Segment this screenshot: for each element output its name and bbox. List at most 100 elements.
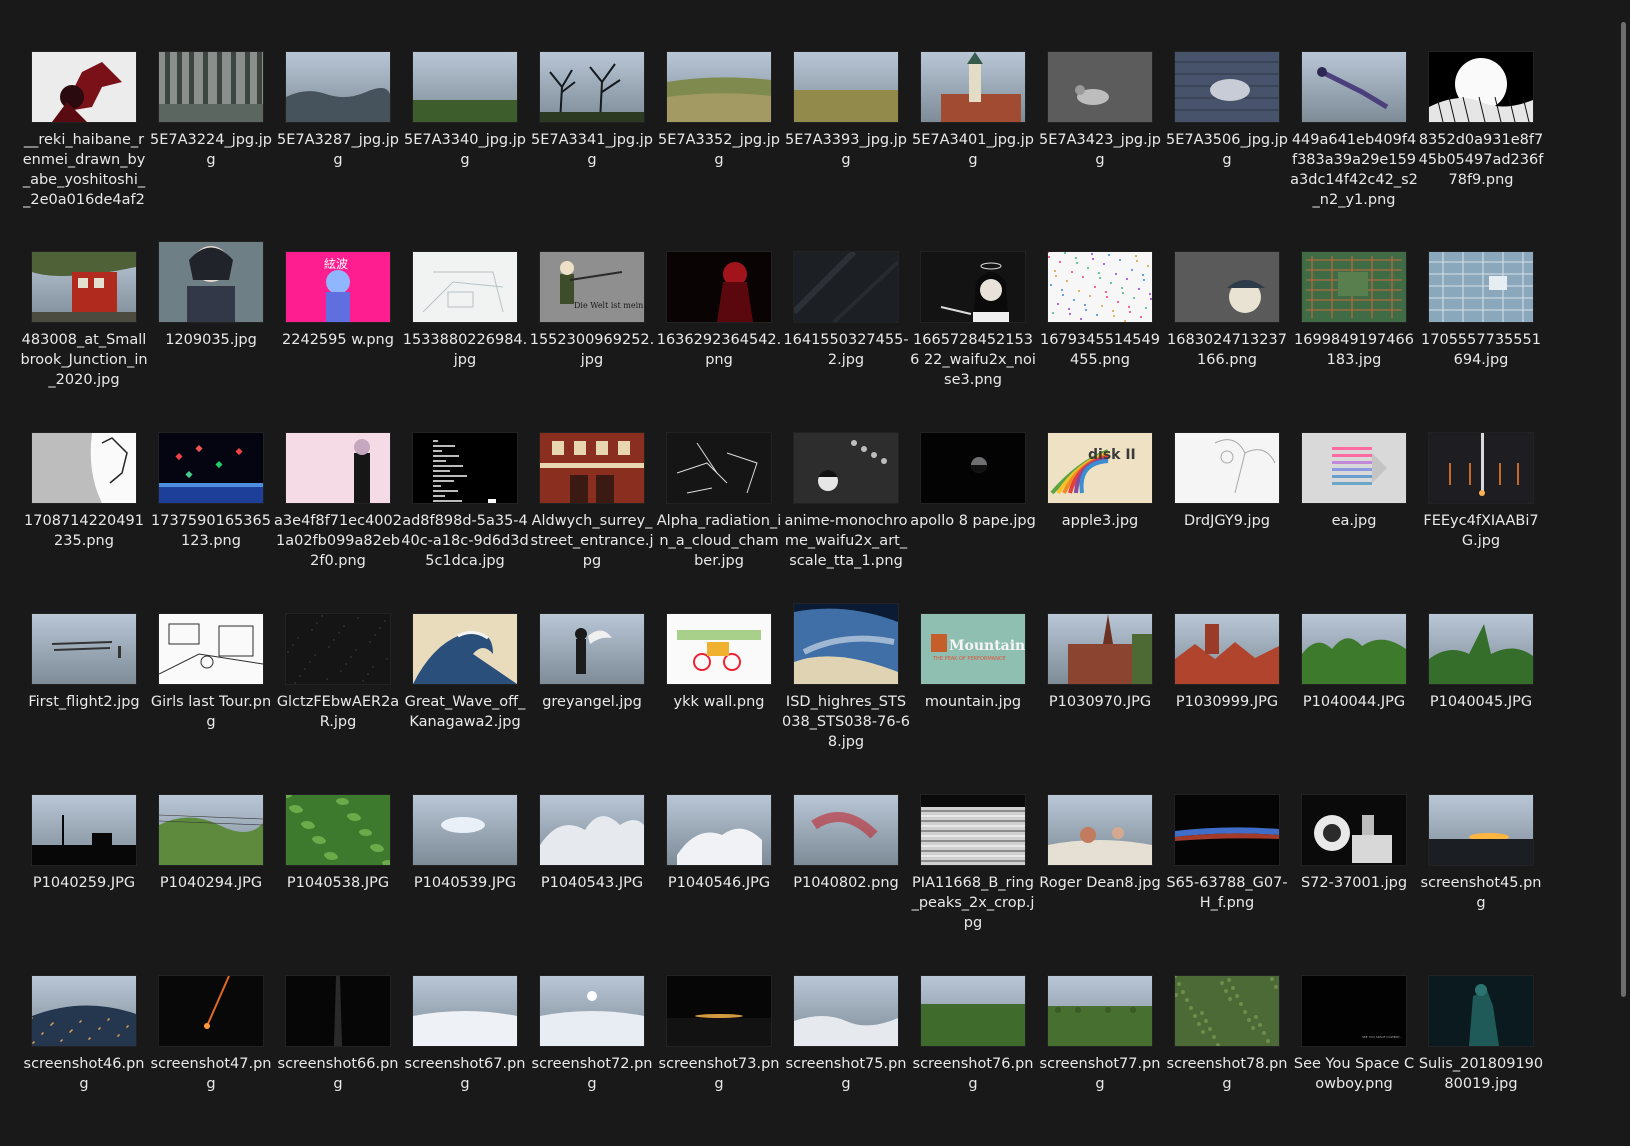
file-item[interactable]: 1679345514549455.png <box>1036 230 1164 418</box>
file-item[interactable]: screenshot75.png <box>782 954 910 1142</box>
file-item[interactable]: S65-63788_G07-H_f.png <box>1163 773 1291 961</box>
file-item[interactable]: First_flight2.jpg <box>20 592 148 780</box>
file-item[interactable]: P1040543.JPG <box>528 773 656 961</box>
file-item[interactable]: P1040045.JPG <box>1417 592 1545 780</box>
file-item[interactable]: SEE YOU SPACE COWBOY... See You Space Cow… <box>1290 954 1418 1142</box>
file-item[interactable]: Die Welt ist mein Wille 1552300969252.jpg <box>528 230 656 418</box>
file-item[interactable]: screenshot76.png <box>909 954 1037 1142</box>
file-item[interactable]: a3e4f8f71ec40021a02fb099a82eb2f0.png <box>274 411 402 599</box>
file-item[interactable]: apollo 8 pape.jpg <box>909 411 1037 599</box>
file-item[interactable]: Great_Wave_off_Kanagawa2.jpg <box>401 592 529 780</box>
file-item[interactable]: DrdJGY9.jpg <box>1163 411 1291 599</box>
file-item[interactable]: 1641550327455-2.jpg <box>782 230 910 418</box>
file-item[interactable]: ISD_highres_STS038_STS038-76-68.jpg <box>782 592 910 780</box>
file-item[interactable]: 絃波 2242595 w.png <box>274 230 402 418</box>
file-thumbnail <box>286 976 390 1046</box>
file-item[interactable]: Aldwych_surrey_street_entrance.jpg <box>528 411 656 599</box>
file-item[interactable]: 1533880226984.jpg <box>401 230 529 418</box>
file-item[interactable]: 5E7A3401_jpg.jpg <box>909 30 1037 218</box>
file-item[interactable]: disk II apple3.jpg <box>1036 411 1164 599</box>
file-name: 449a641eb409f4f383a39a29e159a3dc14f42c42… <box>1290 132 1418 208</box>
file-item[interactable]: Mountain THE PEAK OF PERFORMANCE mountain.… <box>909 592 1037 780</box>
file-item[interactable]: 5E7A3340_jpg.jpg <box>401 30 529 218</box>
file-item[interactable]: P1040259.JPG <box>20 773 148 961</box>
file-item[interactable]: 1708714220491235.png <box>20 411 148 599</box>
file-item[interactable]: 5E7A3393_jpg.jpg <box>782 30 910 218</box>
file-thumbnail <box>1429 976 1533 1046</box>
file-name: ad8f898d-5a35-440c-a18c-9d6d3d5c1dca.jpg <box>401 513 529 569</box>
file-item[interactable]: P1040538.JPG <box>274 773 402 961</box>
thumbnail-frame <box>1290 230 1418 322</box>
file-item[interactable]: screenshot45.png <box>1417 773 1545 961</box>
file-name: ea.jpg <box>1331 513 1377 529</box>
file-thumbnail <box>1429 52 1533 122</box>
thumbnail-frame <box>782 30 910 122</box>
file-name: S72-37001.jpg <box>1300 875 1408 891</box>
file-thumbnail <box>794 433 898 503</box>
file-item[interactable]: P1040802.png <box>782 773 910 961</box>
file-item[interactable]: Sulis_20180919080019.jpg <box>1417 954 1545 1142</box>
thumbnail-frame <box>1036 773 1164 865</box>
file-item[interactable]: screenshot47.png <box>147 954 275 1142</box>
file-thumbnail <box>794 52 898 122</box>
file-item[interactable]: 5E7A3224_jpg.jpg <box>147 30 275 218</box>
file-item[interactable]: P1040539.JPG <box>401 773 529 961</box>
thumbnail-frame <box>528 592 656 684</box>
file-item[interactable]: 5E7A3506_jpg.jpg <box>1163 30 1291 218</box>
file-item[interactable]: ea.jpg <box>1290 411 1418 599</box>
file-item[interactable]: 1737590165365123.png <box>147 411 275 599</box>
file-thumbnail <box>1175 52 1279 122</box>
file-item[interactable]: ad8f898d-5a35-440c-a18c-9d6d3d5c1dca.jpg <box>401 411 529 599</box>
file-item[interactable]: 5E7A3352_jpg.jpg <box>655 30 783 218</box>
thumbnail-frame <box>909 30 1037 122</box>
vertical-scrollbar-thumb[interactable] <box>1621 22 1626 997</box>
file-item[interactable]: P1040294.JPG <box>147 773 275 961</box>
file-item[interactable]: FEEyc4fXIAABi7G.jpg <box>1417 411 1545 599</box>
file-item[interactable]: screenshot72.png <box>528 954 656 1142</box>
file-item[interactable]: 5E7A3287_jpg.jpg <box>274 30 402 218</box>
file-item[interactable]: screenshot77.png <box>1036 954 1164 1142</box>
file-item[interactable]: PIA11668_B_ring_peaks_2x_crop.jpg <box>909 773 1037 961</box>
file-item[interactable]: 1636292364542.png <box>655 230 783 418</box>
file-item[interactable]: anime-monochrome_waifu2x_art_scale_tta_1… <box>782 411 910 599</box>
file-item[interactable]: P1030970.JPG <box>1036 592 1164 780</box>
file-thumbnail <box>1429 795 1533 865</box>
file-item[interactable]: screenshot67.png <box>401 954 529 1142</box>
file-item[interactable]: 449a641eb409f4f383a39a29e159a3dc14f42c42… <box>1290 30 1418 218</box>
file-item[interactable]: ykk wall.png <box>655 592 783 780</box>
thumbnail-frame <box>1290 773 1418 865</box>
file-item[interactable]: 8352d0a931e8f745b05497ad236f78f9.png <box>1417 30 1545 218</box>
file-item[interactable]: __reki_haibane_renmei_drawn_by_abe_yoshi… <box>20 30 148 218</box>
file-item[interactable]: S72-37001.jpg <box>1290 773 1418 961</box>
file-name: a3e4f8f71ec40021a02fb099a82eb2f0.png <box>274 513 402 569</box>
file-item[interactable]: 5E7A3341_jpg.jpg <box>528 30 656 218</box>
file-item[interactable]: Girls last Tour.png <box>147 592 275 780</box>
file-item[interactable]: screenshot66.png <box>274 954 402 1142</box>
file-item[interactable]: P1030999.JPG <box>1163 592 1291 780</box>
file-thumbnail <box>159 795 263 865</box>
file-explorer-thumbnail-view[interactable]: __reki_haibane_renmei_drawn_by_abe_yoshi… <box>0 0 1630 1146</box>
file-name: screenshot45.png <box>1420 875 1542 911</box>
thumbnail-frame <box>274 592 402 684</box>
file-item[interactable]: 483008_at_Smallbrook_Junction_in_2020.jp… <box>20 230 148 418</box>
file-item[interactable]: 1683024713237166.png <box>1163 230 1291 418</box>
file-item[interactable]: 1699849197466183.jpg <box>1290 230 1418 418</box>
file-item[interactable]: 5E7A3423_jpg.jpg <box>1036 30 1164 218</box>
file-item[interactable]: Alpha_radiation_in_a_cloud_chamber.jpg <box>655 411 783 599</box>
file-item[interactable]: P1040546.JPG <box>655 773 783 961</box>
thumbnail-frame <box>655 592 783 684</box>
file-item[interactable]: screenshot78.png <box>1163 954 1291 1142</box>
file-item[interactable]: greyangel.jpg <box>528 592 656 780</box>
file-item[interactable]: Roger Dean8.jpg <box>1036 773 1164 961</box>
thumbnail-frame <box>1417 30 1545 122</box>
file-item[interactable]: 16657284521536 22_waifu2x_noise3.png <box>909 230 1037 418</box>
file-item[interactable]: GlctzFEbwAER2aR.jpg <box>274 592 402 780</box>
file-name: 1699849197466183.jpg <box>1294 332 1414 368</box>
file-item[interactable]: P1040044.JPG <box>1290 592 1418 780</box>
file-item[interactable]: 1209035.jpg <box>147 230 275 418</box>
file-item[interactable]: 1705557735551694.jpg <box>1417 230 1545 418</box>
file-item[interactable]: screenshot73.png <box>655 954 783 1142</box>
svg-text:Mountain: Mountain <box>949 638 1025 654</box>
file-thumbnail <box>159 976 263 1046</box>
file-item[interactable]: screenshot46.png <box>20 954 148 1142</box>
